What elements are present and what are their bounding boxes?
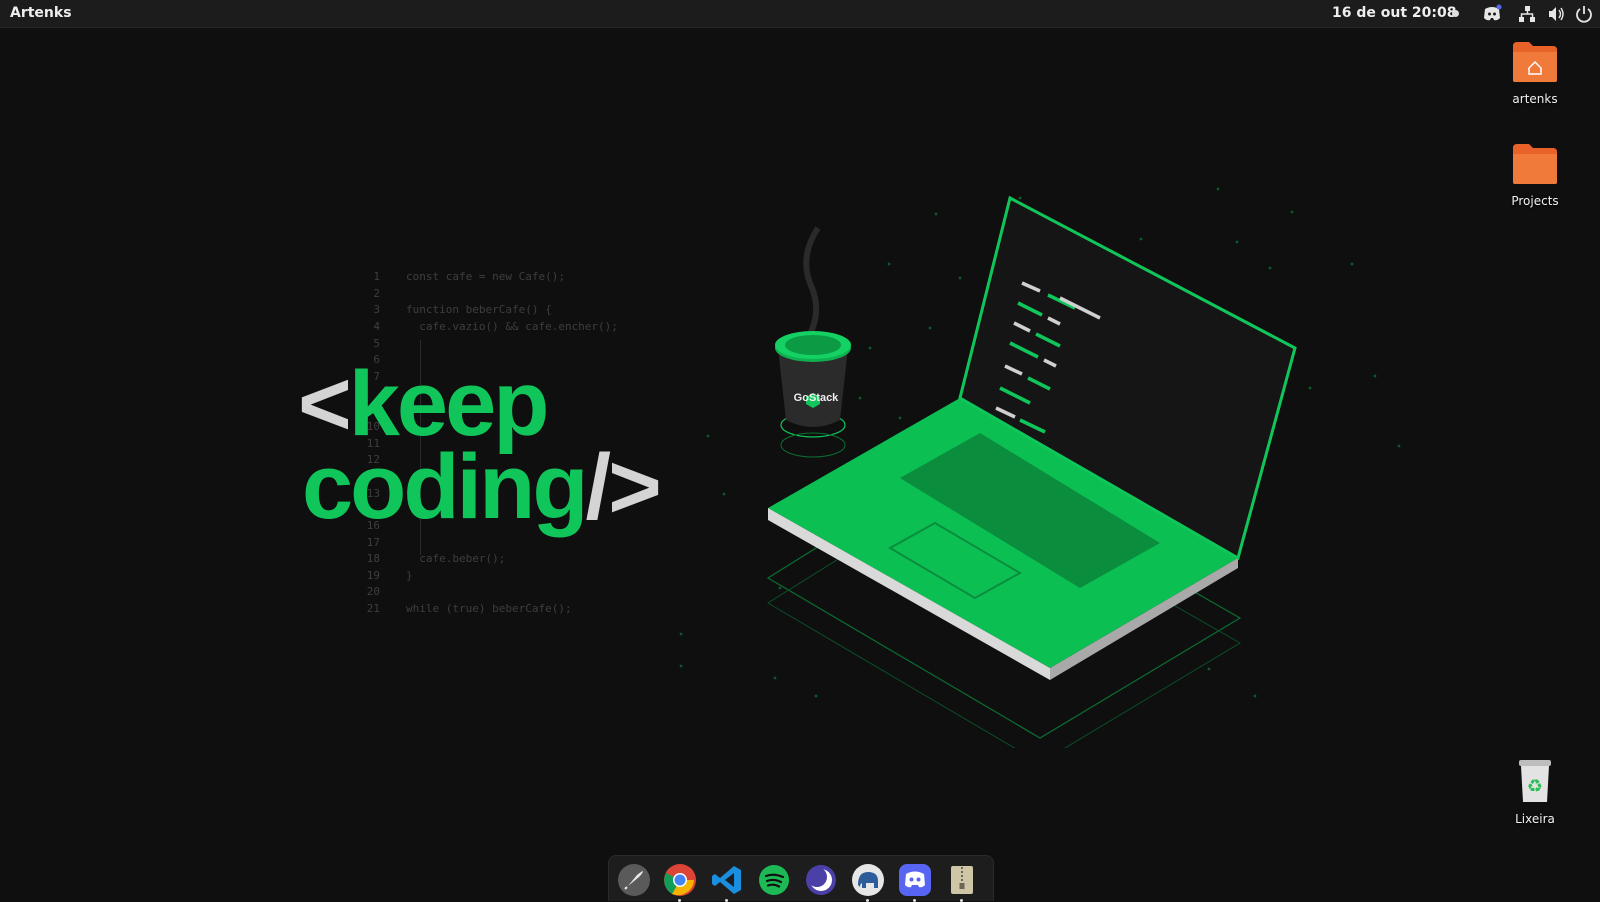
desktop-icon-label: Lixeira: [1515, 812, 1555, 826]
line-number: 19: [366, 569, 380, 582]
line-number: 3: [373, 303, 380, 316]
dock-item-vscode[interactable]: [710, 863, 744, 902]
line-number: 21: [366, 602, 380, 615]
code-line: const cafe = new Cafe();: [406, 270, 565, 283]
close-bracket: />: [585, 436, 662, 538]
active-app-name[interactable]: Artenks: [10, 5, 72, 21]
desktop-icon-trash[interactable]: ♻ Lixeira: [1495, 758, 1575, 826]
rocket-icon: [618, 864, 650, 896]
headline-line-2: coding/>: [302, 441, 662, 533]
svg-text:♻: ♻: [1527, 776, 1543, 797]
elephant-icon: [852, 864, 884, 896]
volume-icon[interactable]: [1546, 4, 1566, 24]
archive-icon: [951, 866, 973, 894]
line-number: 18: [366, 552, 380, 565]
chrome-icon: [664, 864, 696, 896]
line-number: 2: [373, 287, 380, 300]
spotify-icon: [759, 865, 789, 895]
laptop-illustration: [766, 195, 1297, 748]
clock[interactable]: 16 de out 20:08: [1332, 5, 1456, 21]
desktop-icon-projects[interactable]: Projects: [1495, 142, 1575, 208]
folder-icon: [1513, 144, 1557, 184]
desktop-icon-label: Projects: [1511, 194, 1559, 208]
discord-icon[interactable]: [1482, 4, 1502, 24]
dock-item-archive-manager[interactable]: [945, 863, 979, 902]
desktop-wallpaper: 1 const cafe = new Cafe(); 2 3 function …: [0, 28, 1600, 900]
line-number: 1: [373, 270, 380, 283]
trash-icon: ♻: [1519, 760, 1551, 802]
code-line: cafe.vazio() && cafe.encher();: [406, 320, 618, 333]
code-line: function beberCafe() {: [406, 303, 552, 316]
dock-item-moon-app[interactable]: [804, 863, 838, 897]
dock: [608, 855, 994, 902]
desktop-icon-label: artenks: [1512, 92, 1558, 106]
code-line: }: [406, 569, 413, 582]
dock-item-launcher[interactable]: [617, 863, 651, 897]
dock-item-spotify[interactable]: [757, 863, 791, 897]
line-number: 5: [373, 337, 380, 350]
network-icon[interactable]: [1517, 4, 1537, 24]
vscode-icon: [712, 866, 741, 894]
line-number: 4: [373, 320, 380, 333]
code-line: while (true) beberCafe();: [406, 602, 572, 615]
dock-item-discord[interactable]: [898, 863, 932, 902]
home-folder-icon: [1513, 42, 1557, 82]
notification-dot: [1452, 10, 1459, 17]
line-number: 20: [366, 585, 380, 598]
discord-icon: [899, 864, 931, 896]
desktop-icon-home[interactable]: artenks: [1495, 40, 1575, 106]
coding-word: coding: [302, 436, 589, 538]
power-icon[interactable]: [1574, 4, 1594, 24]
top-bar: Artenks 16 de out 20:08: [0, 0, 1600, 28]
moon-icon: [806, 865, 836, 895]
dock-item-database-app[interactable]: [851, 863, 885, 902]
dock-item-chrome[interactable]: [663, 863, 697, 902]
